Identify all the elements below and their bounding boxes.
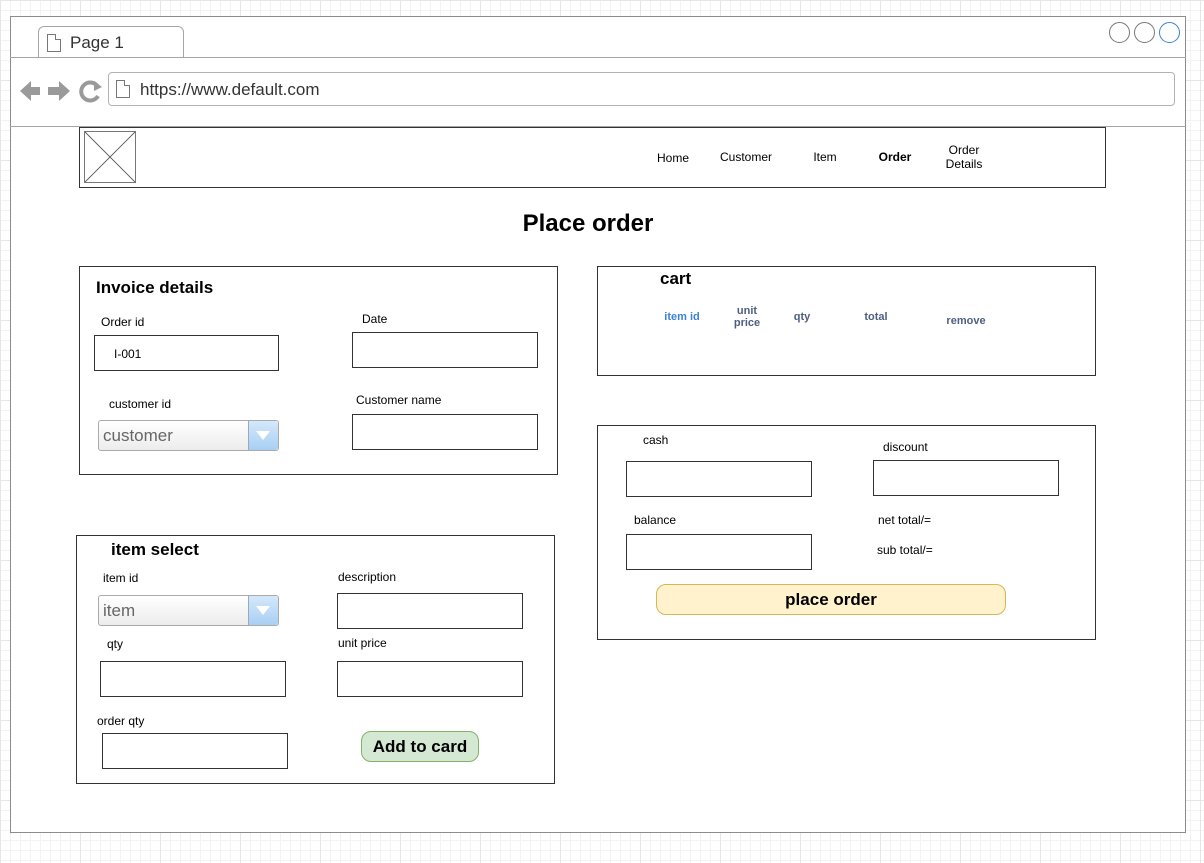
forward-arrow-icon[interactable] — [48, 81, 70, 101]
cash-label: cash — [643, 433, 669, 447]
qty-field[interactable] — [100, 661, 286, 697]
logo-placeholder-image — [84, 131, 136, 183]
cart-column-remove: remove — [946, 315, 986, 327]
chevron-down-icon — [256, 431, 270, 440]
nav-item[interactable]: Item — [800, 150, 850, 164]
place-order-button[interactable]: place order — [656, 584, 1006, 615]
date-field[interactable] — [352, 332, 538, 368]
net-total-label: net total/= — [878, 513, 932, 527]
description-field[interactable] — [337, 593, 523, 629]
cart-column-qty: qty — [793, 311, 811, 323]
page-icon — [47, 34, 61, 52]
cart-title: cart — [660, 269, 692, 288]
discount-label: discount — [883, 440, 928, 454]
item-select-value: item — [103, 601, 136, 620]
order-qty-field[interactable] — [102, 733, 288, 769]
order-qty-label: order qty — [97, 714, 145, 728]
customer-name-field[interactable] — [352, 414, 538, 450]
customer-name-label: Customer name — [356, 393, 442, 407]
nav-order[interactable]: Order — [868, 150, 922, 164]
nav-home[interactable]: Home — [647, 151, 699, 165]
url-text[interactable]: https://www.default.com — [140, 80, 320, 100]
cart-column-unit-price: unit price — [733, 305, 761, 329]
balance-label: balance — [634, 513, 677, 527]
description-label: description — [338, 570, 397, 584]
cart-column-item-id: item id — [664, 311, 700, 323]
sub-total-label: sub total/= — [877, 543, 933, 557]
page-title: Place order — [522, 210, 654, 237]
tab-title: Page 1 — [70, 33, 124, 52]
browser-nav-controls — [20, 80, 102, 103]
customer-select-value: customer — [103, 426, 173, 445]
reload-icon[interactable] — [79, 80, 102, 103]
nav-customer[interactable]: Customer — [712, 150, 780, 164]
discount-field[interactable] — [873, 460, 1059, 496]
unit-price-field[interactable] — [337, 661, 523, 697]
nav-order-details[interactable]: Order Details — [938, 143, 990, 171]
minimize-circle-icon[interactable] — [1109, 22, 1130, 43]
invoice-details-title: Invoice details — [96, 278, 214, 297]
order-id-value: I-001 — [114, 347, 142, 361]
cart-column-total: total — [864, 311, 888, 323]
cash-field[interactable] — [626, 461, 812, 497]
maximize-circle-icon[interactable] — [1134, 22, 1155, 43]
customer-id-label: customer id — [109, 397, 172, 411]
tab-divider — [10, 57, 1186, 58]
page-icon — [116, 80, 130, 98]
back-arrow-icon[interactable] — [20, 81, 40, 101]
order-id-label: Order id — [101, 315, 145, 329]
balance-field[interactable] — [626, 534, 812, 570]
qty-label: qty — [107, 637, 124, 651]
add-to-card-button[interactable]: Add to card — [361, 731, 479, 762]
close-circle-icon[interactable] — [1159, 22, 1180, 43]
unit-price-label: unit price — [338, 636, 387, 650]
item-id-label: item id — [103, 571, 139, 585]
item-select-title: item select — [111, 540, 199, 559]
chevron-down-icon — [256, 606, 270, 615]
date-label: Date — [362, 312, 388, 326]
